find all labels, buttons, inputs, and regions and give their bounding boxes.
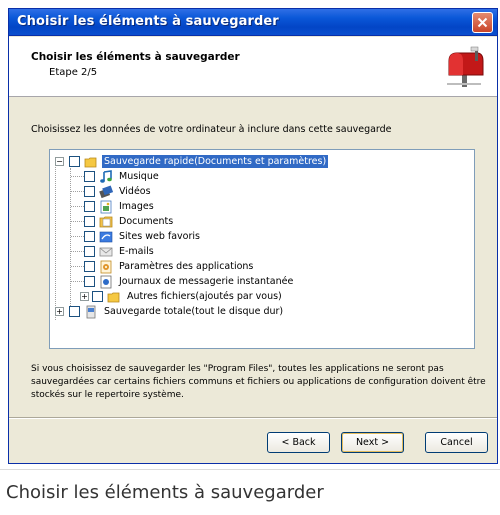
checkbox[interactable] (84, 261, 95, 272)
header-step: Etape 2/5 (49, 67, 98, 78)
tree-item-favorites[interactable]: Sites web favoris (84, 229, 202, 244)
checkbox[interactable] (84, 201, 95, 212)
tree-item-label: Vidéos (119, 186, 151, 197)
tree-item-quick-backup[interactable]: Sauvegarde rapide(Documents et paramètre… (69, 154, 329, 169)
tree-item-images[interactable]: Images (84, 199, 156, 214)
expander-expand[interactable]: + (80, 292, 89, 301)
tree-connector (71, 251, 84, 252)
tree-item-label: E-mails (119, 246, 154, 257)
checkbox[interactable] (84, 231, 95, 242)
checkbox[interactable] (69, 306, 80, 317)
tree-item-label: Sites web favoris (119, 231, 200, 242)
tree-item-im-logs[interactable]: Journaux de messagerie instantanée (84, 274, 295, 289)
screenshot-frame: Choisir les éléments à sauvegarder Chois… (0, 0, 500, 470)
folder-icon (84, 157, 97, 167)
checkbox[interactable] (84, 186, 95, 197)
window-title: Choisir les éléments à sauvegarder (17, 14, 279, 29)
tree-connector (71, 176, 84, 177)
divider (9, 417, 497, 419)
tree-item-videos[interactable]: Vidéos (84, 184, 153, 199)
checkbox[interactable] (84, 216, 95, 227)
music-icon (100, 169, 112, 183)
program-files-note: Si vous choisissez de sauvegarder les "P… (31, 364, 486, 400)
tree-connector (71, 236, 84, 237)
tree-item-label: Autres fichiers(ajoutés par vous) (127, 291, 282, 302)
close-icon (477, 17, 488, 28)
tree-item-label: Journaux de messagerie instantanée (119, 276, 294, 287)
tree-connector (70, 168, 71, 314)
tree-connector (55, 160, 56, 320)
checkbox[interactable] (84, 171, 95, 182)
tree-item-other-files[interactable]: Autres fichiers(ajoutés par vous) (92, 289, 284, 304)
tree-item-label: Sauvegarde rapide(Documents et paramètre… (102, 155, 329, 168)
chat-log-icon (100, 275, 112, 288)
image-icon (100, 200, 112, 213)
mailbox-icon (447, 46, 484, 87)
expander-collapse[interactable]: − (55, 157, 64, 166)
tree-connector (71, 221, 84, 222)
next-button[interactable]: Next > (341, 432, 404, 453)
tree-item-label: Musique (119, 171, 159, 182)
tree-connector (71, 266, 84, 267)
tree-item-label: Sauvegarde totale(tout le disque dur) (104, 306, 284, 317)
email-icon (99, 247, 113, 256)
title-bar[interactable]: Choisir les éléments à sauvegarder (9, 9, 497, 36)
backup-items-tree[interactable]: − Sauvegarde rapide(Documents et paramèt… (49, 149, 475, 349)
cancel-button[interactable]: Cancel (425, 432, 488, 453)
tree-item-app-settings[interactable]: Paramètres des applications (84, 259, 255, 274)
back-button[interactable]: < Back (267, 432, 330, 453)
instruction-text: Choisissez les données de votre ordinate… (31, 124, 392, 135)
close-button[interactable] (472, 12, 493, 33)
tree-item-label: Documents (119, 216, 174, 227)
wizard-header: Choisir les éléments à sauvegarder Etape… (9, 37, 497, 97)
settings-icon (100, 260, 112, 273)
checkbox[interactable] (69, 156, 80, 167)
expander-expand[interactable]: + (55, 307, 64, 316)
checkbox[interactable] (84, 246, 95, 257)
tree-item-label: Paramètres des applications (119, 261, 254, 272)
wizard-window: Choisir les éléments à sauvegarder Chois… (8, 8, 498, 464)
tree-item-label: Images (119, 201, 154, 212)
checkbox[interactable] (92, 291, 103, 302)
video-icon (99, 184, 113, 198)
folder-icon (107, 292, 120, 302)
tree-item-full-backup[interactable]: Sauvegarde totale(tout le disque dur) (69, 304, 285, 319)
tree-item-documents[interactable]: Documents (84, 214, 175, 229)
tree-connector (71, 206, 84, 207)
tree-item-music[interactable]: Musique (84, 169, 161, 184)
tree-connector (71, 281, 84, 282)
header-title: Choisir les éléments à sauvegarder (31, 51, 240, 63)
disk-icon (86, 305, 96, 318)
checkbox[interactable] (84, 276, 95, 287)
tree-connector (71, 191, 84, 192)
favorites-icon (99, 231, 113, 242)
tree-item-emails[interactable]: E-mails (84, 244, 156, 259)
documents-icon (99, 216, 113, 227)
image-caption: Choisir les éléments à sauvegarder (6, 482, 324, 503)
